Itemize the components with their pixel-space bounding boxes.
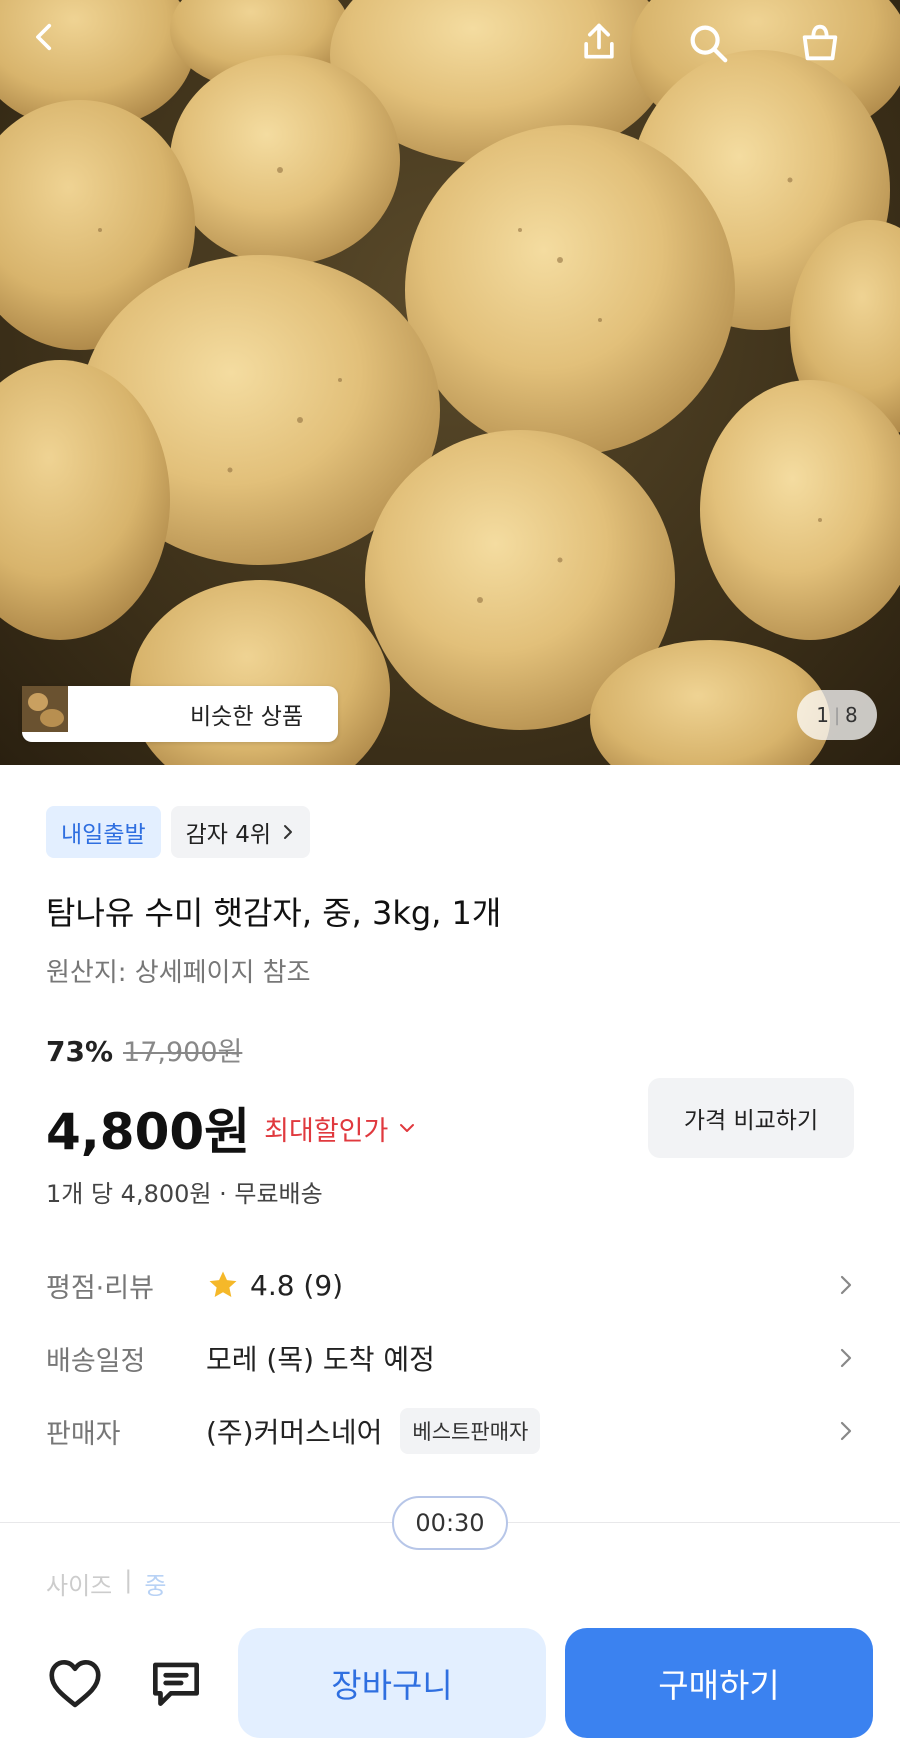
back-arrow-icon (36, 23, 52, 51)
size-option-row: 사이즈 | 중 (46, 1566, 166, 1601)
share-icon (584, 23, 614, 59)
star-icon (209, 1271, 237, 1298)
rating-review-label: 평점·리뷰 (46, 1272, 154, 1304)
max-discount-label: 최대할인가 (264, 1115, 389, 1147)
seller-name: (주)커머스네어 (206, 1416, 383, 1449)
product-badges: 내일출발 감자 4위 (46, 806, 311, 858)
search-button[interactable] (685, 20, 745, 80)
product-title: 탐나유 수미 햇감자, 중, 3kg, 1개 (46, 894, 502, 932)
rating-review-row[interactable]: 평점·리뷰 4.8 (9) (46, 1257, 854, 1313)
unit-price-shipping: 1개 당 4,800원 · 무료배송 (46, 1180, 323, 1208)
size-value: 중 (144, 1572, 167, 1600)
cart-shortcut-button[interactable] (797, 20, 857, 80)
max-discount-toggle[interactable]: 최대할인가 (264, 1109, 416, 1148)
potato-photo (0, 0, 900, 765)
pager-current: 1 (816, 703, 829, 727)
price-compare-button[interactable]: 가격 비교하기 (648, 1078, 854, 1158)
shopping-bag-icon (802, 24, 838, 61)
wishlist-button[interactable] (42, 1650, 108, 1716)
timer-pill: 00:30 (392, 1496, 508, 1550)
add-to-cart-button[interactable]: 장바구니 (238, 1628, 546, 1738)
chevron-right-icon (840, 1348, 852, 1368)
seller-row[interactable]: 판매자 (주)커머스네어 베스트판매자 (46, 1403, 854, 1459)
similar-products-chip[interactable]: 비슷한 상품 (22, 686, 338, 742)
chat-bubble-icon (153, 1662, 199, 1706)
seller-label: 판매자 (46, 1418, 121, 1450)
similar-products-label: 비슷한 상품 (190, 704, 304, 730)
product-image-gallery[interactable]: 비슷한 상품 1 | 8 (0, 0, 900, 765)
original-price: 17,900원 (123, 1037, 243, 1068)
image-pager: 1 | 8 (797, 690, 877, 740)
back-button[interactable] (28, 20, 88, 80)
size-label: 사이즈 (46, 1572, 113, 1600)
delivery-label: 배송일정 (46, 1345, 146, 1377)
similar-thumb (22, 686, 176, 737)
sale-price: 4,800원 (46, 1103, 251, 1161)
price-row: 4,800원 최대할인가 (46, 1092, 416, 1164)
shipping-badge: 내일출발 (46, 806, 161, 858)
product-origin: 원산지: 상세페이지 참조 (46, 958, 311, 988)
discount-row: 73% 17,900원 (46, 1030, 242, 1069)
seller-value-wrap: (주)커머스네어 베스트판매자 (206, 1408, 541, 1454)
size-separator: | (124, 1566, 133, 1594)
rating-value-wrap: 4.8 (9) (206, 1268, 343, 1302)
share-button[interactable] (577, 20, 637, 80)
buy-now-button[interactable]: 구매하기 (565, 1628, 873, 1738)
delivery-value: 모레 (목) 도착 예정 (206, 1343, 435, 1376)
heart-icon (49, 1660, 101, 1708)
bottom-action-bar: 장바구니 구매하기 (0, 1600, 900, 1762)
inquiry-button[interactable] (143, 1650, 209, 1716)
pager-total: 8 (845, 703, 858, 727)
category-rank-badge[interactable]: 감자 4위 (170, 806, 311, 858)
rating-value: 4.8 (9) (250, 1268, 344, 1302)
pager-separator: | (833, 704, 841, 726)
search-icon (690, 25, 728, 63)
chevron-right-icon (840, 1421, 852, 1441)
similar-thumb (22, 686, 126, 737)
chevron-right-icon (284, 825, 293, 839)
chevron-right-icon (840, 1275, 852, 1295)
chevron-down-icon (400, 1124, 415, 1132)
discount-rate: 73% (46, 1035, 114, 1068)
delivery-schedule-row[interactable]: 배송일정 모레 (목) 도착 예정 (46, 1330, 854, 1386)
category-rank-label: 감자 4위 (185, 822, 272, 848)
best-seller-badge: 베스트판매자 (400, 1408, 541, 1454)
